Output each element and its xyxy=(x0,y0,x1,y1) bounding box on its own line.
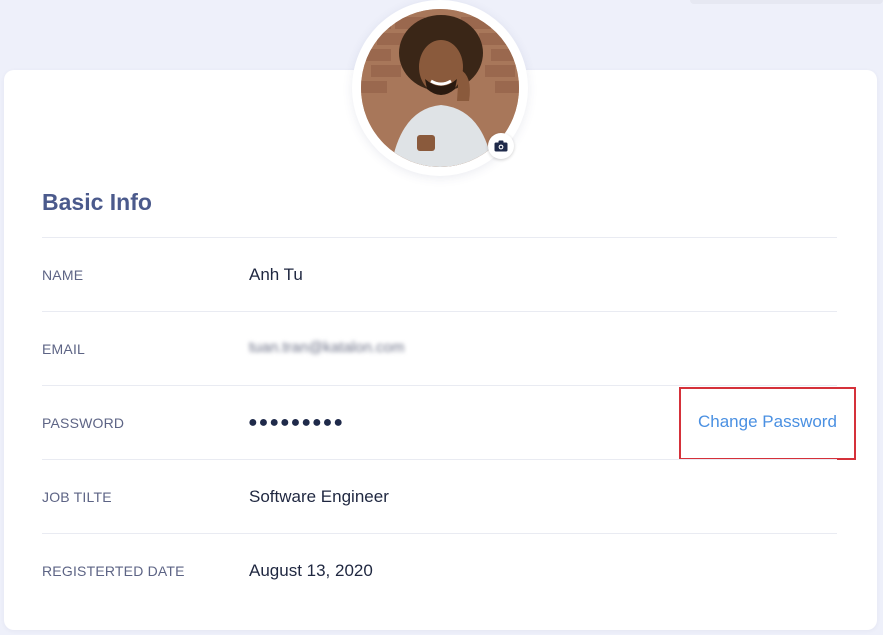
top-strip xyxy=(690,0,883,4)
registered-date-value: August 13, 2020 xyxy=(249,561,373,580)
job-title-label: JOB TILTE xyxy=(42,489,112,505)
divider xyxy=(42,459,837,460)
change-avatar-button[interactable] xyxy=(488,133,514,159)
name-value: Anh Tu xyxy=(249,265,303,284)
password-value: ●●●●●●●●● xyxy=(248,414,344,431)
job-title-value: Software Engineer xyxy=(249,487,389,506)
email-label: EMAIL xyxy=(42,341,86,357)
divider xyxy=(42,385,837,386)
section-title: Basic Info xyxy=(42,189,152,215)
divider xyxy=(42,311,837,312)
name-label: NAME xyxy=(42,267,84,283)
camera-icon xyxy=(494,140,508,152)
registered-date-label: REGISTERTED DATE xyxy=(42,563,185,579)
email-value: tuan.tran@katalon.com xyxy=(249,339,405,356)
change-password-link[interactable]: Change Password xyxy=(698,412,837,432)
divider xyxy=(42,533,837,534)
password-label: PASSWORD xyxy=(42,415,125,431)
divider xyxy=(42,237,837,238)
